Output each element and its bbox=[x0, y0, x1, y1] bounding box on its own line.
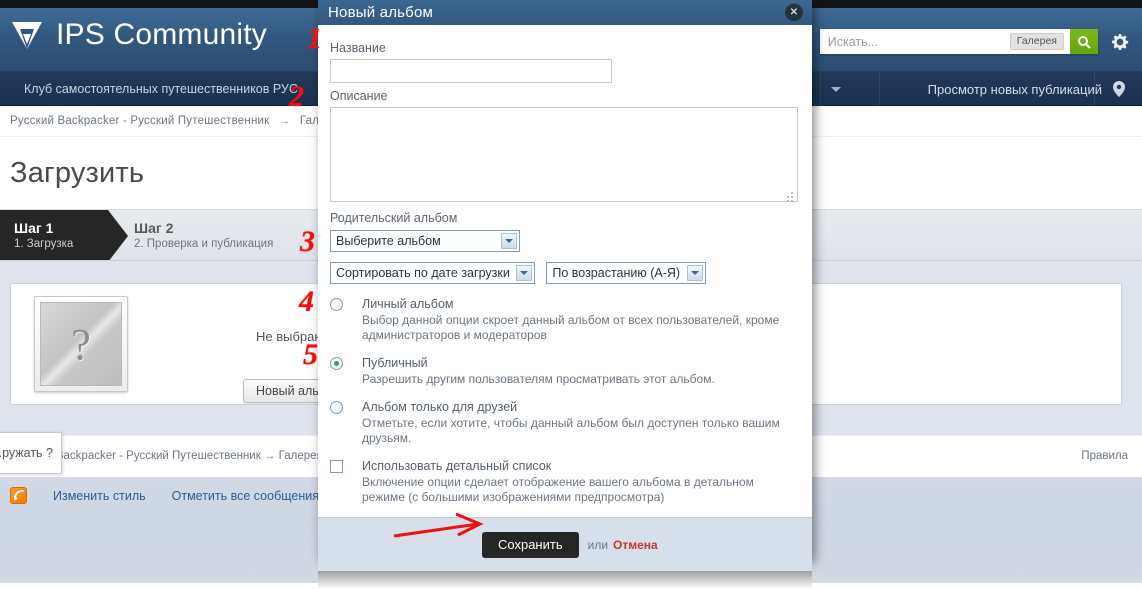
parent-album-select[interactable]: Выберите альбом bbox=[330, 230, 520, 252]
option-friends-desc: Отметьте, если хотите, чтобы данный альб… bbox=[362, 416, 780, 445]
step-2-title: Шаг 2 bbox=[134, 220, 174, 236]
name-label: Название bbox=[330, 41, 386, 55]
breadcrumb-arrow-icon: → bbox=[278, 115, 291, 127]
modal-body: Название Описание Родительский альбом Вы… bbox=[318, 25, 812, 517]
option-public-title: Публичный bbox=[362, 356, 428, 370]
modal-title: Новый альбом bbox=[328, 4, 434, 21]
step-2-subtitle: 2. Проверка и публикация bbox=[134, 238, 274, 250]
save-button[interactable]: Сохранить bbox=[482, 531, 579, 558]
chevron-down-icon bbox=[516, 265, 532, 281]
option-public-desc: Разрешить другим пользователям просматри… bbox=[362, 372, 715, 386]
step-1[interactable]: Шаг 1 1. Загрузка bbox=[0, 210, 108, 260]
option-public-album[interactable]: Публичный Разрешить другим пользователям… bbox=[330, 355, 800, 387]
option-private-desc: Выбор данной опции скроет данный альбом … bbox=[362, 313, 780, 342]
map-pin-icon[interactable] bbox=[1104, 72, 1134, 106]
option-public-text: Публичный Разрешить другим пользователям… bbox=[362, 355, 715, 387]
parent-album-label: Родительский альбом bbox=[330, 211, 458, 225]
footer-links-group: Изменить стиль Отметить все сообщения пр… bbox=[10, 487, 360, 504]
modal-header: Новый альбом ✕ bbox=[318, 0, 812, 25]
description-label: Описание bbox=[330, 89, 388, 103]
search-icon bbox=[1078, 35, 1091, 49]
step-2[interactable]: Шаг 2 2. Проверка и публикация bbox=[134, 210, 274, 260]
radio-friends-only-album[interactable] bbox=[330, 401, 343, 414]
sort-order-select[interactable]: По возрастанию (А-Я) bbox=[546, 262, 707, 284]
footer-breadcrumb-arrow-icon: → bbox=[263, 450, 276, 462]
album-description-textarea[interactable] bbox=[330, 107, 798, 202]
sort-by-select-value: Сортировать по дате загрузки bbox=[336, 266, 510, 280]
rss-icon[interactable] bbox=[10, 487, 27, 504]
radio-private-album[interactable] bbox=[330, 298, 343, 311]
step-1-subtitle: 1. Загрузка bbox=[14, 238, 74, 250]
modal-footer: Сохранить или Отмена bbox=[318, 517, 812, 571]
option-private-title: Личный альбом bbox=[362, 297, 454, 311]
parent-album-select-value: Выберите альбом bbox=[336, 234, 441, 248]
description-wrap bbox=[330, 107, 798, 205]
brand-logo-group[interactable]: IPS Community bbox=[10, 18, 267, 52]
search-submit-button[interactable] bbox=[1070, 29, 1098, 54]
change-style-link[interactable]: Изменить стиль bbox=[53, 489, 146, 503]
option-private-text: Личный альбом Выбор данной опции скроет … bbox=[362, 296, 800, 343]
step-1-title: Шаг 1 bbox=[14, 220, 54, 236]
brand-title: IPS Community bbox=[56, 18, 267, 51]
chevron-down-icon bbox=[687, 265, 704, 281]
option-detailed-list[interactable]: Использовать детальный список Включение … bbox=[330, 458, 800, 505]
option-friends-text: Альбом только для друзей Отметьте, если … bbox=[362, 399, 800, 446]
page-title: Загрузить bbox=[10, 157, 145, 189]
cancel-link[interactable]: Отмена bbox=[613, 538, 658, 552]
sort-controls-row: Сортировать по дате загрузки По возраста… bbox=[330, 262, 800, 284]
rules-link[interactable]: Правила bbox=[1081, 450, 1128, 462]
sort-by-select[interactable]: Сортировать по дате загрузки bbox=[330, 262, 535, 284]
or-label: или bbox=[587, 537, 609, 552]
chevron-down-icon bbox=[501, 233, 517, 249]
ips-logo-icon bbox=[10, 18, 44, 52]
nav-item-community[interactable]: Клуб самостоятельных путешественников РУ… bbox=[8, 72, 314, 106]
search-box[interactable]: Искать... Галерея bbox=[819, 29, 1098, 54]
search-field-wrap[interactable]: Искать... Галерея bbox=[819, 29, 1070, 54]
new-album-modal: Новый альбом ✕ Название Описание Родител… bbox=[318, 0, 812, 589]
breadcrumb-root[interactable]: Русский Backpacker - Русский Путешествен… bbox=[10, 115, 269, 127]
nav-divider bbox=[820, 72, 821, 106]
step-1-chevron-icon bbox=[108, 210, 128, 260]
radio-public-album[interactable] bbox=[330, 357, 343, 370]
nav-item-new-posts[interactable]: Просмотр новых публикаций bbox=[928, 72, 1102, 106]
question-placeholder-icon: ? bbox=[34, 296, 128, 392]
search-input[interactable]: Искать... bbox=[819, 29, 1010, 54]
option-detailed-title: Использовать детальный список bbox=[362, 459, 552, 473]
nav-dropdown-caret[interactable] bbox=[822, 72, 850, 106]
option-friends-only-album[interactable]: Альбом только для друзей Отметьте, если … bbox=[330, 399, 800, 446]
modal-bottom-shadow bbox=[318, 571, 812, 589]
checkbox-detailed-list[interactable] bbox=[330, 460, 343, 473]
search-scope-tag[interactable]: Галерея bbox=[1009, 33, 1064, 50]
chevron-down-icon bbox=[831, 86, 841, 92]
option-private-album[interactable]: Личный альбом Выбор данной опции скроет … bbox=[330, 296, 800, 343]
gear-icon[interactable] bbox=[1111, 33, 1129, 51]
upload-tooltip: ...ружать ? bbox=[0, 432, 62, 474]
breadcrumb: Русский Backpacker - Русский Путешествен… bbox=[10, 115, 345, 127]
close-icon[interactable]: ✕ bbox=[785, 3, 803, 21]
album-name-input[interactable] bbox=[330, 59, 612, 83]
thumb-glyph: ? bbox=[40, 302, 122, 386]
option-detailed-desc: Включение опции сделает отображение ваше… bbox=[362, 475, 754, 504]
sort-order-select-value: По возрастанию (А-Я) bbox=[552, 266, 681, 280]
nav-divider-3 bbox=[1094, 72, 1095, 106]
footer-breadcrumb-second[interactable]: Галерея bbox=[279, 450, 323, 462]
nav-divider-2 bbox=[879, 72, 880, 106]
option-detailed-text: Использовать детальный список Включение … bbox=[362, 458, 800, 505]
option-friends-title: Альбом только для друзей bbox=[362, 400, 518, 414]
